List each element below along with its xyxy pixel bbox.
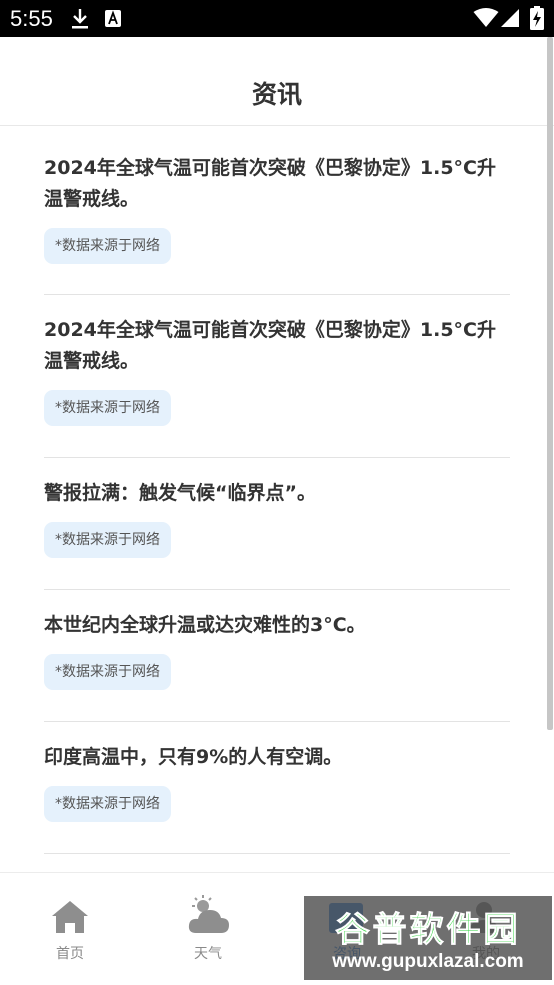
scrollbar[interactable] bbox=[547, 37, 553, 730]
watermark-url: www.gupuxlazal.com bbox=[332, 951, 524, 972]
source-tag: *数据来源于网络 bbox=[44, 522, 171, 558]
news-title: 2024年全球气温可能首次突破《巴黎协定》1.5°C升温警戒线。 bbox=[44, 157, 496, 210]
wifi-icon bbox=[473, 8, 499, 27]
news-title: 2024年全球气温可能首次突破《巴黎协定》1.5°C升温警戒线。 bbox=[44, 319, 496, 372]
source-tag: *数据来源于网络 bbox=[44, 228, 171, 264]
news-item[interactable]: 2024年全球气温可能首次突破《巴黎协定》1.5°C升温警戒线。 *数据来源于网… bbox=[44, 125, 510, 295]
news-title: 本世纪内全球升温或达灾难性的3°C。 bbox=[44, 614, 366, 636]
home-icon bbox=[52, 901, 88, 933]
status-bar: 5:55 bbox=[0, 0, 554, 37]
news-item[interactable]: 2024年全球气温可能首次突破《巴黎协定》1.5°C升温警戒线。 *数据来源于网… bbox=[44, 295, 510, 458]
status-time: 5:55 bbox=[10, 6, 53, 31]
watermark: 谷普软件园 www.gupuxlazal.com bbox=[304, 896, 552, 980]
battery-charging-icon bbox=[530, 6, 544, 30]
nav-item-home[interactable]: 首页 bbox=[0, 873, 140, 985]
source-tag: *数据来源于网络 bbox=[44, 786, 171, 822]
news-item[interactable]: 警报拉满：触发气候“临界点”。 *数据来源于网络 bbox=[44, 458, 510, 590]
news-item[interactable]: 本世纪内全球升温或达灾难性的3°C。 *数据来源于网络 bbox=[44, 590, 510, 722]
source-tag: *数据来源于网络 bbox=[44, 390, 171, 426]
nav-label: 首页 bbox=[56, 946, 84, 962]
watermark-title: 谷普软件园 bbox=[335, 910, 521, 951]
font-icon bbox=[105, 10, 121, 27]
nav-label: 天气 bbox=[194, 946, 222, 962]
source-tag: *数据来源于网络 bbox=[44, 654, 171, 690]
download-icon bbox=[72, 9, 88, 29]
news-item[interactable]: 印度高温中，只有9%的人有空调。 *数据来源于网络 bbox=[44, 722, 510, 854]
news-title: 警报拉满：触发气候“临界点”。 bbox=[44, 482, 316, 504]
cloud-sun-icon bbox=[188, 895, 229, 933]
app-header: 资讯 bbox=[0, 37, 554, 126]
page-title: 资讯 bbox=[251, 80, 302, 109]
nav-item-weather[interactable]: 天气 bbox=[138, 873, 278, 985]
signal-icon bbox=[501, 9, 519, 27]
news-title: 印度高温中，只有9%的人有空调。 bbox=[44, 746, 343, 768]
